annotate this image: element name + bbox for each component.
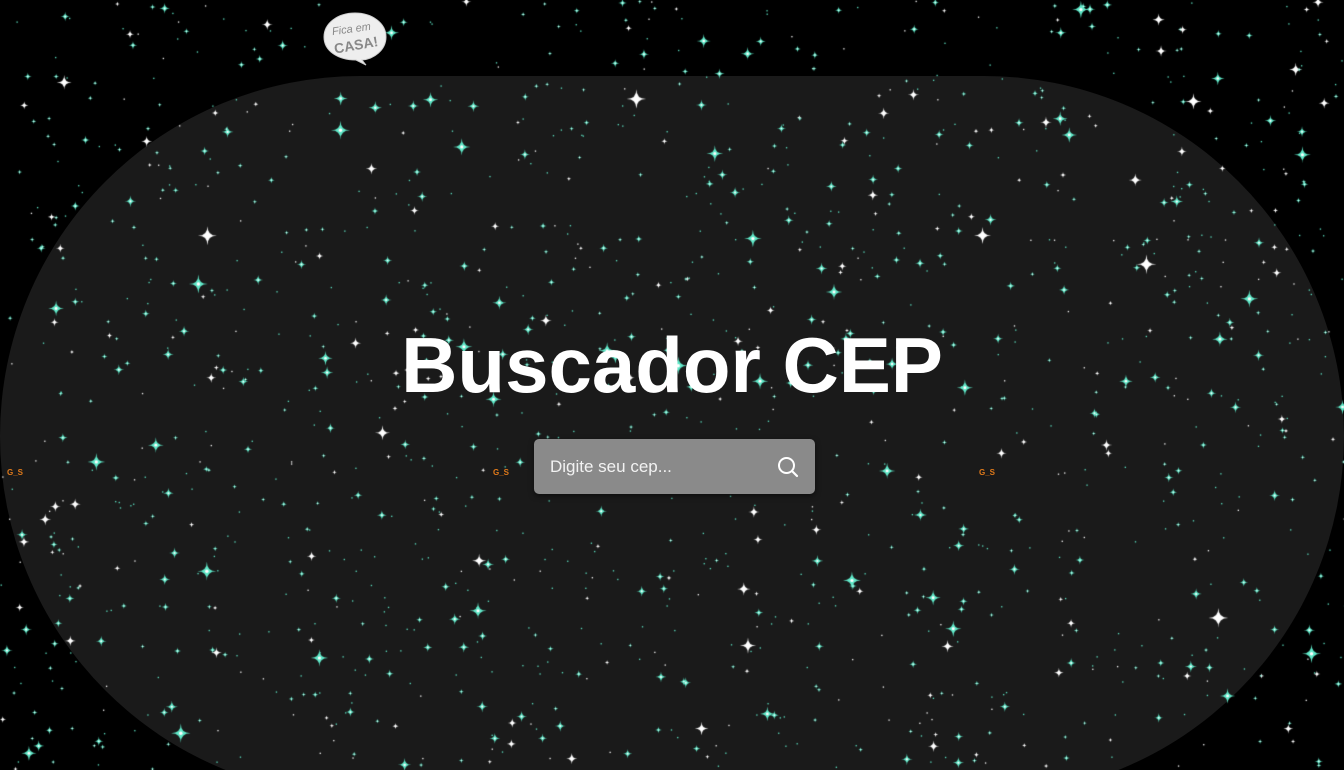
page-stage: Fica em CASA! Buscador CEP G_S G_S G_S [0,0,1344,770]
cep-search-box [534,439,815,494]
search-icon [778,457,799,478]
gs-watermark: G_S [7,468,24,477]
content-panel [0,76,1344,770]
cep-search-input[interactable] [534,439,764,494]
fica-em-casa-badge: Fica em CASA! [323,12,387,66]
gs-watermark: G_S [493,468,510,477]
search-button[interactable] [773,452,803,482]
page-title: Buscador CEP [401,321,943,409]
gs-watermark: G_S [979,468,996,477]
